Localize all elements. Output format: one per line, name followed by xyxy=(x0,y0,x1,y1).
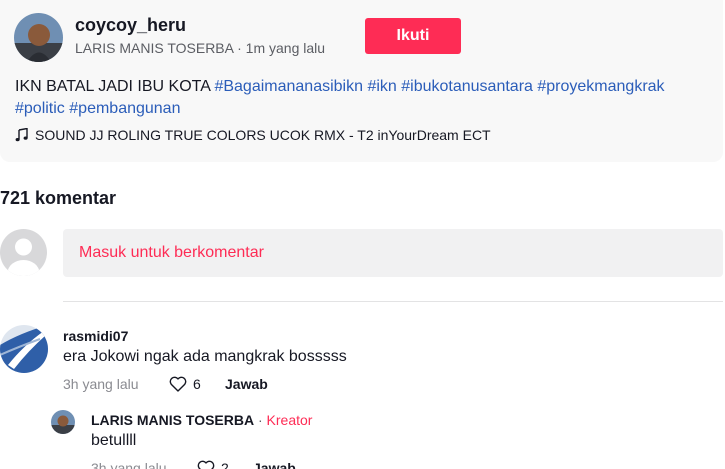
comment-time: 3h yang lalu xyxy=(63,376,139,392)
heart-icon xyxy=(197,460,215,469)
author-avatar[interactable] xyxy=(14,13,63,62)
reply-like-button[interactable]: 2 xyxy=(197,460,253,469)
sound-link[interactable]: SOUND JJ ROLING TRUE COLORS UCOK RMX - T… xyxy=(15,127,491,143)
reply-avatar-photo xyxy=(51,410,75,434)
hashtag-link[interactable]: #ibukotanusantara xyxy=(401,78,533,95)
hashtag-link[interactable]: #pembangunan xyxy=(69,100,180,117)
reply-separator: · xyxy=(254,412,267,428)
reply-button[interactable]: Jawab xyxy=(225,376,268,392)
reply-time: 3h yang lalu xyxy=(91,460,167,469)
like-count: 6 xyxy=(193,376,201,392)
default-user-icon xyxy=(7,238,40,276)
login-to-comment-button[interactable]: Masuk untuk berkomentar xyxy=(63,229,723,277)
comment-count: 721 komentar xyxy=(0,188,117,208)
subline-separator: · xyxy=(233,40,246,56)
commenter-avatar-photo xyxy=(0,325,48,373)
sound-title: SOUND JJ ROLING TRUE COLORS UCOK RMX - T… xyxy=(35,127,491,143)
reply-like-count: 2 xyxy=(221,460,229,469)
author-avatar-photo xyxy=(14,13,63,62)
reply-avatar[interactable] xyxy=(51,410,75,434)
like-button[interactable]: 6 xyxy=(169,376,225,392)
music-note-icon xyxy=(15,128,28,142)
comment-meta: 3h yang lalu 6 Jawab xyxy=(63,376,268,392)
caption-text: IKN BATAL JADI IBU KOTA xyxy=(15,78,215,95)
comment-text: era Jokowi ngak ada mangkrak bosssss xyxy=(63,348,347,365)
hashtag-link[interactable]: #politic xyxy=(15,100,65,117)
reply-reply-button[interactable]: Jawab xyxy=(253,460,296,469)
divider xyxy=(63,301,723,302)
guest-avatar xyxy=(0,229,47,276)
reply-text: betullll xyxy=(91,432,137,449)
post-time: 1m yang lalu xyxy=(245,40,326,56)
reply-username[interactable]: LARIS MANIS TOSERBA xyxy=(91,412,254,428)
comment-username[interactable]: rasmidi07 xyxy=(63,328,128,344)
follow-button[interactable]: Ikuti xyxy=(365,18,461,54)
post-card: coycoy_heru LARIS MANIS TOSERBA · 1m yan… xyxy=(0,0,723,162)
hashtag-link[interactable]: #Bagaimananasibikn xyxy=(214,78,363,95)
hashtag-link[interactable]: #ikn xyxy=(367,78,396,95)
commenter-avatar[interactable] xyxy=(0,325,48,373)
author-username[interactable]: coycoy_heru xyxy=(75,15,186,36)
creator-badge: Kreator xyxy=(266,412,313,428)
heart-icon xyxy=(169,376,187,392)
hashtag-link[interactable]: #proyekmangkrak xyxy=(537,78,664,95)
author-display-name[interactable]: LARIS MANIS TOSERBA xyxy=(75,40,233,56)
post-caption: IKN BATAL JADI IBU KOTA #Bagaimananasibi… xyxy=(15,76,715,120)
login-prompt-text: Masuk untuk berkomentar xyxy=(79,244,264,261)
reply-header: LARIS MANIS TOSERBA · Kreator xyxy=(91,412,312,428)
reply-meta: 3h yang lalu 2 Jawab xyxy=(91,460,296,469)
author-subline: LARIS MANIS TOSERBA · 1m yang lalu xyxy=(75,40,325,56)
